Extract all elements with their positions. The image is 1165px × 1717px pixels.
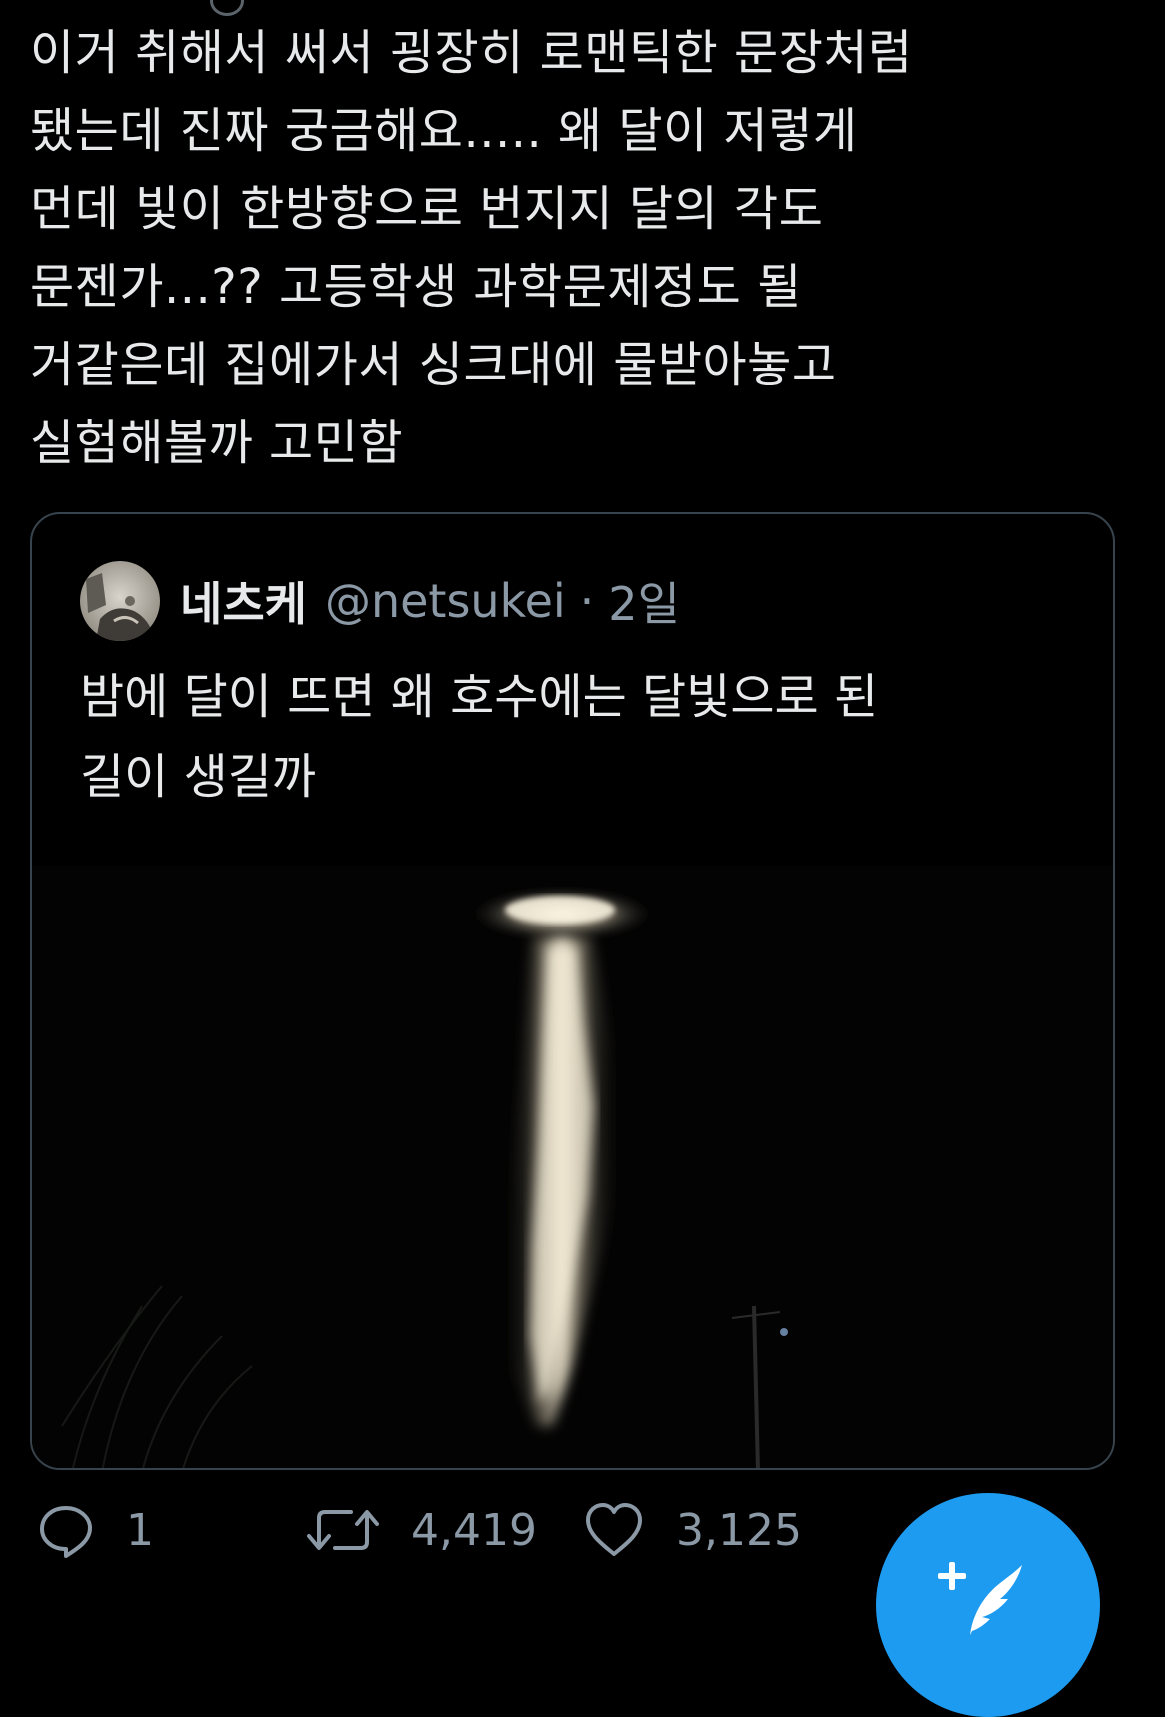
reply-count: 1	[126, 1504, 154, 1556]
tweet-text-line: 됐는데 진짜 궁금해요..... 왜 달이 저렇게	[30, 103, 858, 159]
retweet-button[interactable]: 4,419	[305, 1490, 537, 1570]
quoted-tweet-card[interactable]: 네츠케 @netsukei · 2일 밤에 달이 뜨면 왜 호수에는 달빛으로 …	[30, 512, 1115, 1470]
tweet-body: 이거 취해서 써서 굉장히 로맨틱한 문장처럼 됐는데 진짜 궁금해요.....…	[30, 14, 1140, 482]
compose-tweet-icon	[938, 1562, 1022, 1635]
avatar[interactable]	[80, 561, 160, 641]
moonlight-lake-photo	[32, 866, 1113, 1468]
avatar-image	[80, 561, 160, 641]
tweet-text-line: 거같은데 집에가서 싱크대에 물받아놓고	[30, 337, 837, 393]
quoted-text-line: 길이 생길까	[80, 749, 317, 805]
quoted-tweet-media[interactable]	[32, 866, 1113, 1468]
retweet-count: 4,419	[411, 1504, 537, 1556]
tweet-text-line: 실험해볼까 고민함	[30, 415, 404, 471]
quoted-text-line: 밤에 달이 뜨면 왜 호수에는 달빛으로 된	[80, 669, 879, 725]
quoted-tweet-body: 밤에 달이 뜨면 왜 호수에는 달빛으로 된 길이 생길까	[80, 657, 1080, 817]
meta-separator: ·	[579, 574, 595, 628]
compose-tweet-button[interactable]	[876, 1493, 1100, 1717]
tweet-text-line: 문젠가...?? 고등학생 과학문제정도 될	[30, 259, 802, 315]
quoted-tweet-header: 네츠케 @netsukei · 2일	[80, 561, 680, 641]
quoted-author-name[interactable]: 네츠케	[180, 568, 307, 634]
heart-icon	[586, 1503, 642, 1556]
like-count: 3,125	[676, 1504, 802, 1556]
like-button[interactable]: 3,125	[582, 1490, 802, 1570]
quoted-author-handle[interactable]: @netsukei	[325, 574, 566, 628]
reply-button[interactable]: 1	[36, 1490, 154, 1570]
reply-icon	[40, 1506, 92, 1558]
quoted-timestamp[interactable]: 2일	[608, 568, 680, 634]
retweet-icon	[307, 1510, 379, 1550]
tweet-text-line: 먼데 빛이 한방향으로 번지지 달의 각도	[30, 181, 824, 237]
tweet-text-line: 이거 취해서 써서 굉장히 로맨틱한 문장처럼	[30, 25, 913, 81]
